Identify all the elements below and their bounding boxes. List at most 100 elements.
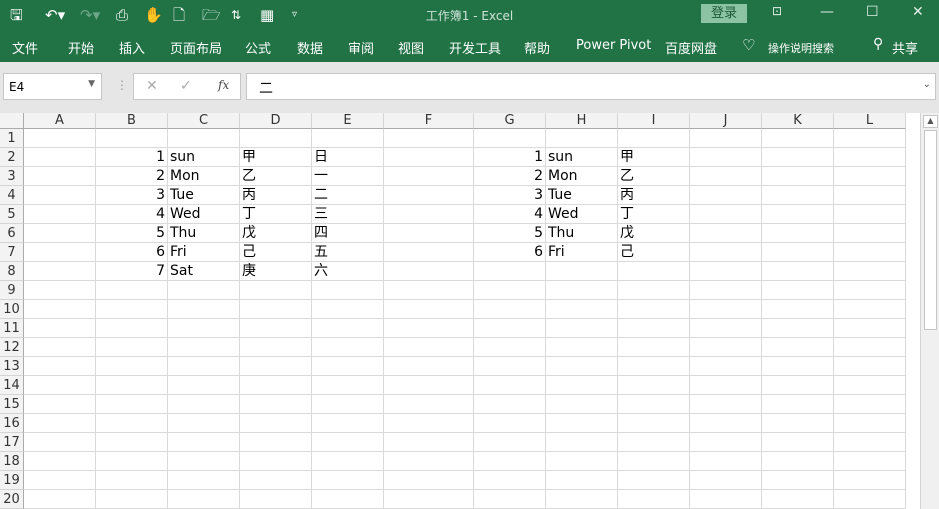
cell-F20[interactable] xyxy=(384,490,474,509)
cell-L6[interactable] xyxy=(834,224,906,243)
tab-formulas[interactable]: 公式 xyxy=(245,38,271,57)
row-header-9[interactable]: 9 xyxy=(0,281,24,300)
cell-K10[interactable] xyxy=(762,300,834,319)
column-header-J[interactable]: J xyxy=(690,113,762,129)
cell-H2[interactable]: sun xyxy=(546,148,618,167)
cell-L20[interactable] xyxy=(834,490,906,509)
cell-A12[interactable] xyxy=(24,338,96,357)
row-header-6[interactable]: 6 xyxy=(0,224,24,243)
cell-C17[interactable] xyxy=(168,433,240,452)
splitter-handle[interactable]: ⋮ xyxy=(116,78,128,92)
column-header-A[interactable]: A xyxy=(24,113,96,129)
cell-E20[interactable] xyxy=(312,490,384,509)
cell-H14[interactable] xyxy=(546,376,618,395)
tab-review[interactable]: 审阅 xyxy=(348,38,374,57)
row-header-12[interactable]: 12 xyxy=(0,338,24,357)
cell-C11[interactable] xyxy=(168,319,240,338)
cell-E3[interactable]: 一 xyxy=(312,167,384,186)
cell-B5[interactable]: 4 xyxy=(96,205,168,224)
cell-J3[interactable] xyxy=(690,167,762,186)
cell-K9[interactable] xyxy=(762,281,834,300)
cell-G12[interactable] xyxy=(474,338,546,357)
cell-A5[interactable] xyxy=(24,205,96,224)
cell-G19[interactable] xyxy=(474,471,546,490)
cell-K14[interactable] xyxy=(762,376,834,395)
cell-J9[interactable] xyxy=(690,281,762,300)
row-header-5[interactable]: 5 xyxy=(0,205,24,224)
cell-D11[interactable] xyxy=(240,319,312,338)
cell-J12[interactable] xyxy=(690,338,762,357)
cell-G1[interactable] xyxy=(474,129,546,148)
cell-B2[interactable]: 1 xyxy=(96,148,168,167)
cell-K18[interactable] xyxy=(762,452,834,471)
cell-K15[interactable] xyxy=(762,395,834,414)
cell-K3[interactable] xyxy=(762,167,834,186)
cell-I15[interactable] xyxy=(618,395,690,414)
tab-baidu-netdisk[interactable]: 百度网盘 xyxy=(665,38,717,57)
cell-D12[interactable] xyxy=(240,338,312,357)
scroll-thumb[interactable] xyxy=(924,130,937,330)
cell-J20[interactable] xyxy=(690,490,762,509)
cell-C15[interactable] xyxy=(168,395,240,414)
cell-J13[interactable] xyxy=(690,357,762,376)
cancel-icon[interactable]: ✕ xyxy=(146,78,158,94)
cell-E17[interactable] xyxy=(312,433,384,452)
cell-D15[interactable] xyxy=(240,395,312,414)
cell-B7[interactable]: 6 xyxy=(96,243,168,262)
cell-L19[interactable] xyxy=(834,471,906,490)
cell-A16[interactable] xyxy=(24,414,96,433)
cell-J15[interactable] xyxy=(690,395,762,414)
expand-chevron-icon[interactable]: ⌄ xyxy=(923,79,931,90)
cell-I3[interactable]: 乙 xyxy=(618,167,690,186)
cell-B12[interactable] xyxy=(96,338,168,357)
cell-C12[interactable] xyxy=(168,338,240,357)
cell-B19[interactable] xyxy=(96,471,168,490)
cell-D16[interactable] xyxy=(240,414,312,433)
cell-J8[interactable] xyxy=(690,262,762,281)
chevron-down-icon[interactable]: ▼ xyxy=(88,79,95,89)
cell-F16[interactable] xyxy=(384,414,474,433)
column-header-C[interactable]: C xyxy=(168,113,240,129)
cell-G3[interactable]: 2 xyxy=(474,167,546,186)
cell-K19[interactable] xyxy=(762,471,834,490)
cell-B8[interactable]: 7 xyxy=(96,262,168,281)
cell-A9[interactable] xyxy=(24,281,96,300)
cell-G10[interactable] xyxy=(474,300,546,319)
cell-C20[interactable] xyxy=(168,490,240,509)
cell-C14[interactable] xyxy=(168,376,240,395)
column-header-K[interactable]: K xyxy=(762,113,834,129)
cell-A3[interactable] xyxy=(24,167,96,186)
cell-J14[interactable] xyxy=(690,376,762,395)
cell-F15[interactable] xyxy=(384,395,474,414)
cell-C4[interactable]: Tue xyxy=(168,186,240,205)
cell-J17[interactable] xyxy=(690,433,762,452)
cell-J2[interactable] xyxy=(690,148,762,167)
cell-E4[interactable]: 二 xyxy=(312,186,384,205)
cell-K8[interactable] xyxy=(762,262,834,281)
row-header-2[interactable]: 2 xyxy=(0,148,24,167)
cell-E7[interactable]: 五 xyxy=(312,243,384,262)
row-header-17[interactable]: 17 xyxy=(0,433,24,452)
ribbon-display-icon[interactable]: ⊡ xyxy=(772,4,782,18)
column-header-L[interactable]: L xyxy=(834,113,906,129)
cell-C19[interactable] xyxy=(168,471,240,490)
cell-J16[interactable] xyxy=(690,414,762,433)
cell-G15[interactable] xyxy=(474,395,546,414)
cell-A17[interactable] xyxy=(24,433,96,452)
row-header-16[interactable]: 16 xyxy=(0,414,24,433)
cell-B18[interactable] xyxy=(96,452,168,471)
row-header-13[interactable]: 13 xyxy=(0,357,24,376)
cell-D14[interactable] xyxy=(240,376,312,395)
cell-B10[interactable] xyxy=(96,300,168,319)
column-header-G[interactable]: G xyxy=(474,113,546,129)
cell-H15[interactable] xyxy=(546,395,618,414)
cell-I16[interactable] xyxy=(618,414,690,433)
minimize-icon[interactable]: — xyxy=(820,4,834,20)
cell-D5[interactable]: 丁 xyxy=(240,205,312,224)
cell-H19[interactable] xyxy=(546,471,618,490)
cell-G16[interactable] xyxy=(474,414,546,433)
cell-J1[interactable] xyxy=(690,129,762,148)
cell-K20[interactable] xyxy=(762,490,834,509)
cell-E5[interactable]: 三 xyxy=(312,205,384,224)
cell-J19[interactable] xyxy=(690,471,762,490)
